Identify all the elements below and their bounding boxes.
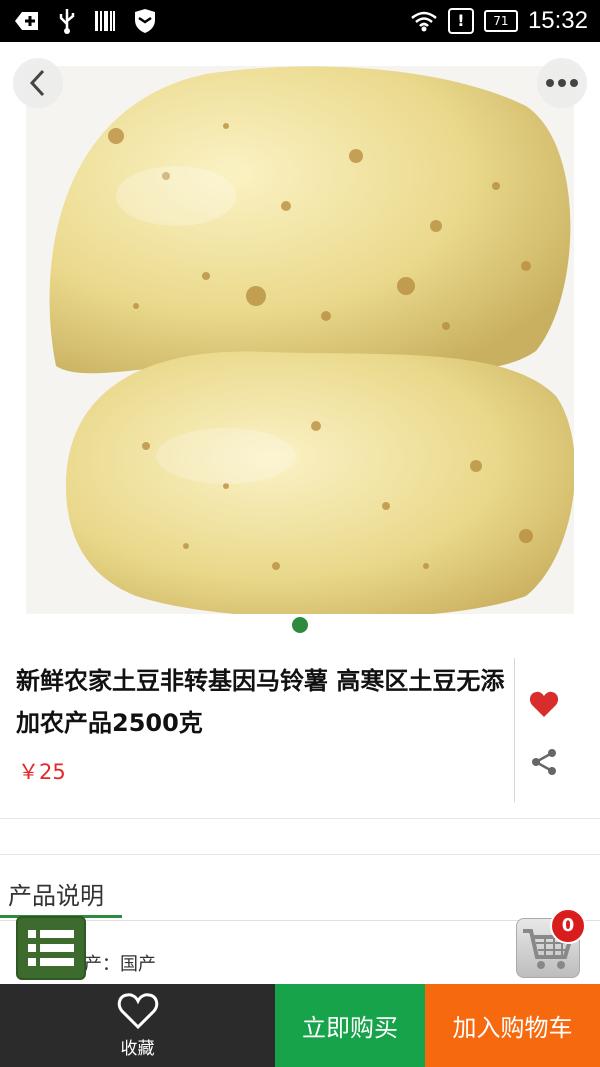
status-time: 15:32 (527, 7, 588, 34)
list-icon (28, 930, 74, 966)
add-to-cart-button[interactable]: 加入购物车 (425, 984, 600, 1067)
status-icons-left (14, 8, 156, 34)
potato-illustration (26, 66, 574, 614)
pager-dot-active[interactable] (292, 617, 308, 633)
usb-icon (59, 9, 75, 34)
cart-count-badge: 0 (550, 908, 586, 944)
product-image[interactable] (26, 66, 574, 614)
product-title: 新鲜农家土豆非转基因马铃薯 高寒区土豆无添加农产品2500克 (16, 667, 505, 737)
section-separator-top (0, 818, 600, 819)
favorite-button[interactable]: 收藏 (0, 984, 275, 1067)
bottom-action-bar: 收藏 立即购买 加入购物车 (0, 984, 600, 1067)
chevron-left-icon (29, 69, 45, 97)
alert-icon: ! (447, 8, 474, 34)
status-bar: ! 71 15:32 (0, 0, 600, 42)
heart-outline-icon (117, 993, 159, 1030)
more-button[interactable] (537, 58, 587, 108)
more-dots-icon (546, 79, 578, 87)
back-button[interactable] (13, 58, 63, 108)
favorite-label: 收藏 (120, 1039, 155, 1059)
heart-icon[interactable] (529, 690, 559, 718)
info-divider (514, 658, 515, 802)
tab-product-description[interactable]: 产品说明 (8, 876, 104, 911)
share-icon[interactable] (530, 748, 558, 776)
wifi-icon (411, 11, 437, 32)
section-separator-bottom (0, 854, 600, 855)
product-origin: 产：国产 (84, 954, 156, 975)
tab-baseline (0, 920, 600, 921)
buy-now-button[interactable]: 立即购买 (275, 984, 425, 1067)
status-icons-right: ! 71 15:32 (410, 4, 588, 38)
shield-icon (135, 9, 155, 33)
product-info: 新鲜农家土豆非转基因马铃薯 高寒区土豆无添加农产品2500克 ￥25 (0, 652, 600, 812)
add-notification-icon (15, 12, 38, 30)
product-price: ￥25 (18, 760, 66, 784)
menu-button[interactable] (16, 916, 86, 980)
battery-icon: 71 (483, 10, 518, 32)
barcode-icon (95, 11, 115, 31)
image-pager (0, 617, 600, 633)
